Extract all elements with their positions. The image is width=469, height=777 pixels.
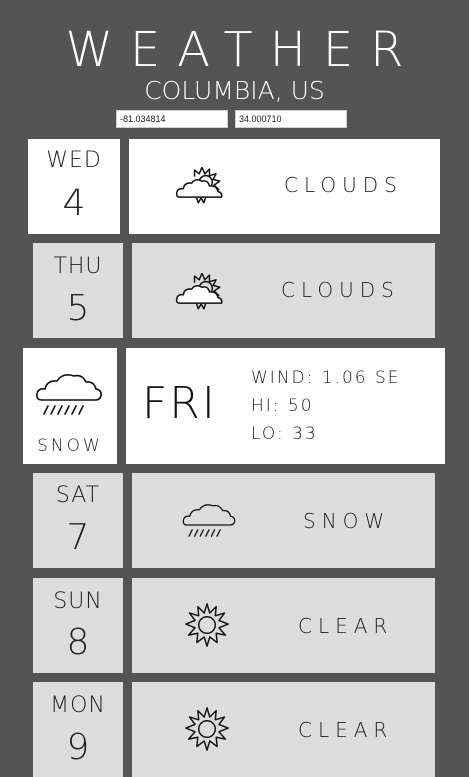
low-temp-label: LO: 33 xyxy=(251,424,318,444)
condition-label: CLEAR xyxy=(298,614,394,638)
sun-icon xyxy=(184,602,230,648)
forecast-detail-fri[interactable]: FRI WIND: 1.06 SE HI: 50 LO: 33 xyxy=(126,348,445,464)
day-name: FRI xyxy=(142,378,217,429)
day-name: SAT xyxy=(55,483,101,508)
forecast-card-sat[interactable]: SNOW xyxy=(132,473,435,568)
day-name: WED xyxy=(46,148,102,173)
longitude-input[interactable] xyxy=(116,110,228,128)
sun-icon xyxy=(184,706,230,752)
day-number: 9 xyxy=(66,727,90,768)
condition-label: CLEAR xyxy=(298,718,394,742)
location-label: COLUMBIA, US xyxy=(144,76,325,105)
snow-cloud-icon xyxy=(181,501,237,541)
day-card-sat[interactable]: SAT 7 xyxy=(33,473,123,568)
day-card-wed[interactable]: WED 4 xyxy=(28,139,120,234)
day-number: 8 xyxy=(66,622,90,663)
day-card-mon[interactable]: MON 9 xyxy=(33,682,123,777)
condition-label: SNOW xyxy=(37,436,103,456)
day-name: THU xyxy=(53,254,103,279)
latitude-input[interactable] xyxy=(235,110,347,128)
wind-label: WIND: 1.06 SE xyxy=(251,368,401,388)
condition-label: SNOW xyxy=(303,509,391,533)
forecast-card-mon[interactable]: CLEAR xyxy=(132,682,435,777)
day-number: 5 xyxy=(66,288,90,329)
app-title: WEATHER xyxy=(65,22,421,78)
forecast-card-thu[interactable]: CLOUDS xyxy=(132,243,435,338)
condition-label: CLOUDS xyxy=(281,278,400,302)
high-temp-label: HI: 50 xyxy=(251,396,314,416)
day-number: 4 xyxy=(62,183,86,224)
condition-label: CLOUDS xyxy=(284,173,403,197)
day-name: MON xyxy=(50,693,106,718)
day-card-thu[interactable]: THU 5 xyxy=(33,243,123,338)
day-card-sun[interactable]: SUN 8 xyxy=(33,578,123,673)
day-card-fri[interactable]: SNOW xyxy=(23,348,117,464)
day-name: SUN xyxy=(53,589,103,614)
forecast-card-wed[interactable]: CLOUDS xyxy=(129,139,440,234)
partly-cloudy-icon xyxy=(174,269,230,313)
snow-cloud-icon xyxy=(34,370,104,420)
partly-cloudy-icon xyxy=(174,163,230,207)
forecast-card-sun[interactable]: CLEAR xyxy=(132,578,435,673)
day-number: 7 xyxy=(66,517,90,558)
